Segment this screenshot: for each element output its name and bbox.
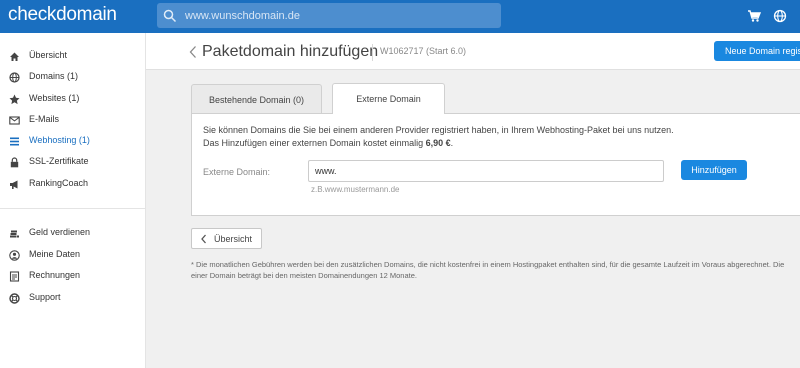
sidebar-item-domains[interactable]: Domains (1) [0,67,146,87]
page-title: Paketdomain hinzufügen [202,43,379,60]
sidebar-item-websites[interactable]: Websites (1) [0,89,146,109]
home-icon [10,52,19,61]
sidebar-item-label: Domains (1) [29,71,79,81]
sidebar-item-overview[interactable]: Übersicht [0,46,146,66]
cart-icon[interactable] [747,9,761,23]
chevron-left-icon [201,234,206,244]
chevron-left-icon[interactable] [188,45,198,59]
price-text-prefix: Das Hinzufügen einer externen Domain kos… [203,138,426,148]
page-header: Paketdomain hinzufügen W1062717 (Start 6… [146,33,800,70]
user-icon [9,250,20,261]
sidebar: Übersicht Domains (1) Websites (1) E-Mai… [0,33,146,368]
globe-icon [9,72,20,83]
info-text: Sie können Domains die Sie bei einem and… [203,125,674,135]
sidebar-divider [0,208,146,209]
sidebar-item-earn-money[interactable]: Geld verdienen [0,223,146,243]
invoice-icon [9,271,20,282]
sidebar-item-label: SSL-Zertifikate [29,156,89,166]
title-separator [372,44,373,61]
sidebar-item-emails[interactable]: E-Mails [0,110,146,130]
logo[interactable]: checkdomain [8,4,117,26]
megaphone-icon [10,180,18,189]
footnote-line-1: * Die monatlichen Gebühren werden bei de… [191,260,785,269]
sidebar-item-my-data[interactable]: Meine Daten [0,245,146,265]
tab-existing-domain[interactable]: Bestehende Domain (0) [191,84,322,114]
globe-icon[interactable] [773,9,787,23]
search-input[interactable] [185,6,485,25]
overview-button-label: Übersicht [214,234,253,244]
sidebar-item-label: Geld verdienen [29,227,91,237]
external-domain-input[interactable] [308,160,664,182]
sidebar-item-label: Support [29,292,61,302]
sidebar-item-label: Meine Daten [29,249,81,259]
star-icon [9,94,20,105]
envelope-icon [9,116,20,125]
input-hint: z.B.www.mustermann.de [311,185,400,194]
package-id: W1062717 (Start 6.0) [380,46,467,56]
lifebuoy-icon [9,293,20,304]
sidebar-item-webhosting[interactable]: Webhosting (1) [0,131,146,151]
coins-icon [10,230,19,238]
lock-icon [10,157,19,168]
price-value: 6,90 € [425,138,451,148]
tab-external-domain[interactable]: Externe Domain [332,83,445,114]
sidebar-item-ssl[interactable]: SSL-Zertifikate [0,152,146,172]
list-icon [10,137,19,146]
search-icon [163,9,177,23]
sidebar-item-support[interactable]: Support [0,288,146,308]
add-button[interactable]: Hinzufügen [681,160,747,180]
sidebar-item-label: Websites (1) [29,93,80,103]
sidebar-item-label: Übersicht [29,50,68,60]
price-text: Das Hinzufügen einer externen Domain kos… [203,138,453,148]
sidebar-item-label: RankingCoach [29,178,89,188]
footnote-line-2: einer Domain beträgt bei den meisten Dom… [191,271,417,280]
external-domain-panel: Sie können Domains die Sie bei einem and… [191,113,800,216]
price-text-suffix: . [450,138,454,148]
sidebar-item-label: E-Mails [29,114,60,124]
sidebar-item-label: Webhosting (1) [29,135,90,145]
sidebar-item-invoices[interactable]: Rechnungen [0,266,146,286]
sidebar-item-label: Rechnungen [29,270,81,280]
external-domain-label: Externe Domain: [203,167,271,177]
sidebar-item-rankingcoach[interactable]: RankingCoach [0,174,146,194]
new-domain-button[interactable]: Neue Domain registrieren [714,41,800,61]
search-box[interactable] [157,3,501,28]
top-bar: checkdomain [0,0,800,33]
overview-button[interactable]: Übersicht [191,228,262,249]
